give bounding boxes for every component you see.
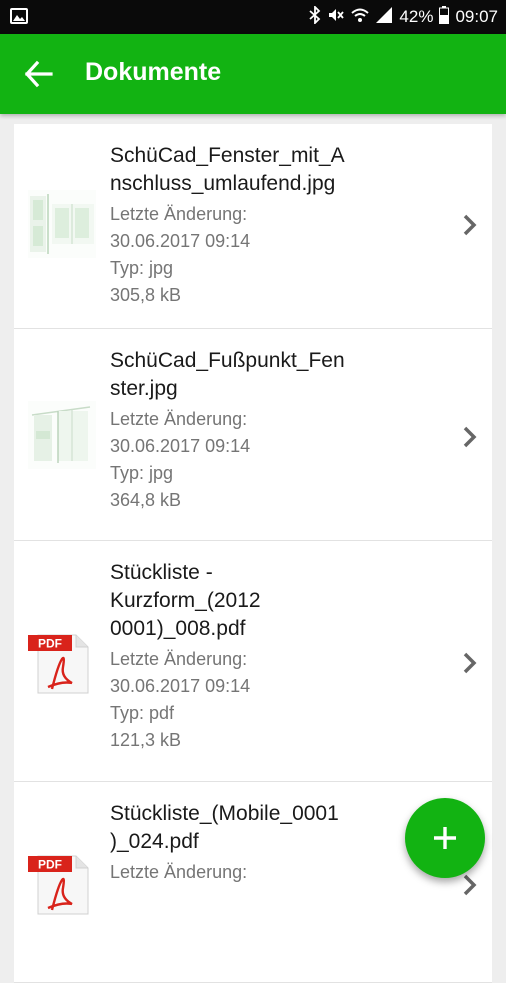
document-name: Stückliste_(Mobile_0001 )_024.pdf [110, 802, 339, 853]
battery-icon [439, 5, 450, 29]
gallery-notification-icon [10, 8, 28, 29]
page-title: Dokumente [85, 58, 222, 86]
chevron-right-icon[interactable] [460, 650, 480, 676]
modified-label: Letzte Änderung: [110, 862, 248, 882]
document-name: Stückliste - Kurzform_(2012 0001)_008.pd… [110, 561, 261, 640]
pdf-icon: PDF [28, 631, 92, 700]
document-name: SchüCad_Fußpunkt_Fen ster.jpg [110, 349, 345, 400]
document-item[interactable]: SchüCad_Fenster_mit_A nschluss_umlaufend… [14, 124, 492, 329]
pdf-icon: PDF [28, 852, 92, 921]
modified-label: Letzte Änderung: [110, 649, 248, 669]
document-item[interactable]: PDF Stückliste - Kurzform_(2012 0001)_00… [14, 541, 492, 782]
image-thumbnail [28, 401, 96, 474]
image-thumbnail [28, 190, 96, 263]
back-arrow-icon[interactable] [24, 60, 54, 88]
file-type: Typ: pdf [110, 703, 175, 723]
signal-icon [375, 6, 393, 29]
wifi-icon [351, 6, 370, 29]
modified-date: 30.06.2017 09:14 [110, 231, 251, 251]
modified-label: Letzte Änderung: [110, 409, 248, 429]
status-bar: 42% 09:07 [0, 0, 506, 34]
modified-label: Letzte Änderung: [110, 204, 248, 224]
add-document-button[interactable] [405, 798, 485, 878]
mute-icon [327, 6, 345, 29]
battery-percent: 42% [399, 7, 434, 26]
file-size: 364,8 kB [110, 490, 182, 510]
modified-date: 30.06.2017 09:14 [110, 676, 251, 696]
bluetooth-icon [309, 4, 321, 29]
pdf-badge-text: PDF [38, 637, 62, 651]
file-type: Typ: jpg [110, 463, 174, 483]
app-bar: Dokumente [0, 34, 506, 114]
pdf-badge-text: PDF [38, 858, 62, 872]
chevron-right-icon[interactable] [460, 872, 480, 898]
file-size: 305,8 kB [110, 285, 182, 305]
document-name: SchüCad_Fenster_mit_A nschluss_umlaufend… [110, 144, 345, 195]
modified-date: 30.06.2017 09:14 [110, 436, 251, 456]
document-item[interactable]: SchüCad_Fußpunkt_Fen ster.jpg Letzte Änd… [14, 329, 492, 541]
file-size: 121,3 kB [110, 730, 182, 750]
chevron-right-icon[interactable] [460, 424, 480, 450]
plus-icon [434, 827, 456, 849]
file-type: Typ: jpg [110, 258, 174, 278]
chevron-right-icon[interactable] [460, 212, 480, 238]
clock: 09:07 [455, 7, 498, 26]
